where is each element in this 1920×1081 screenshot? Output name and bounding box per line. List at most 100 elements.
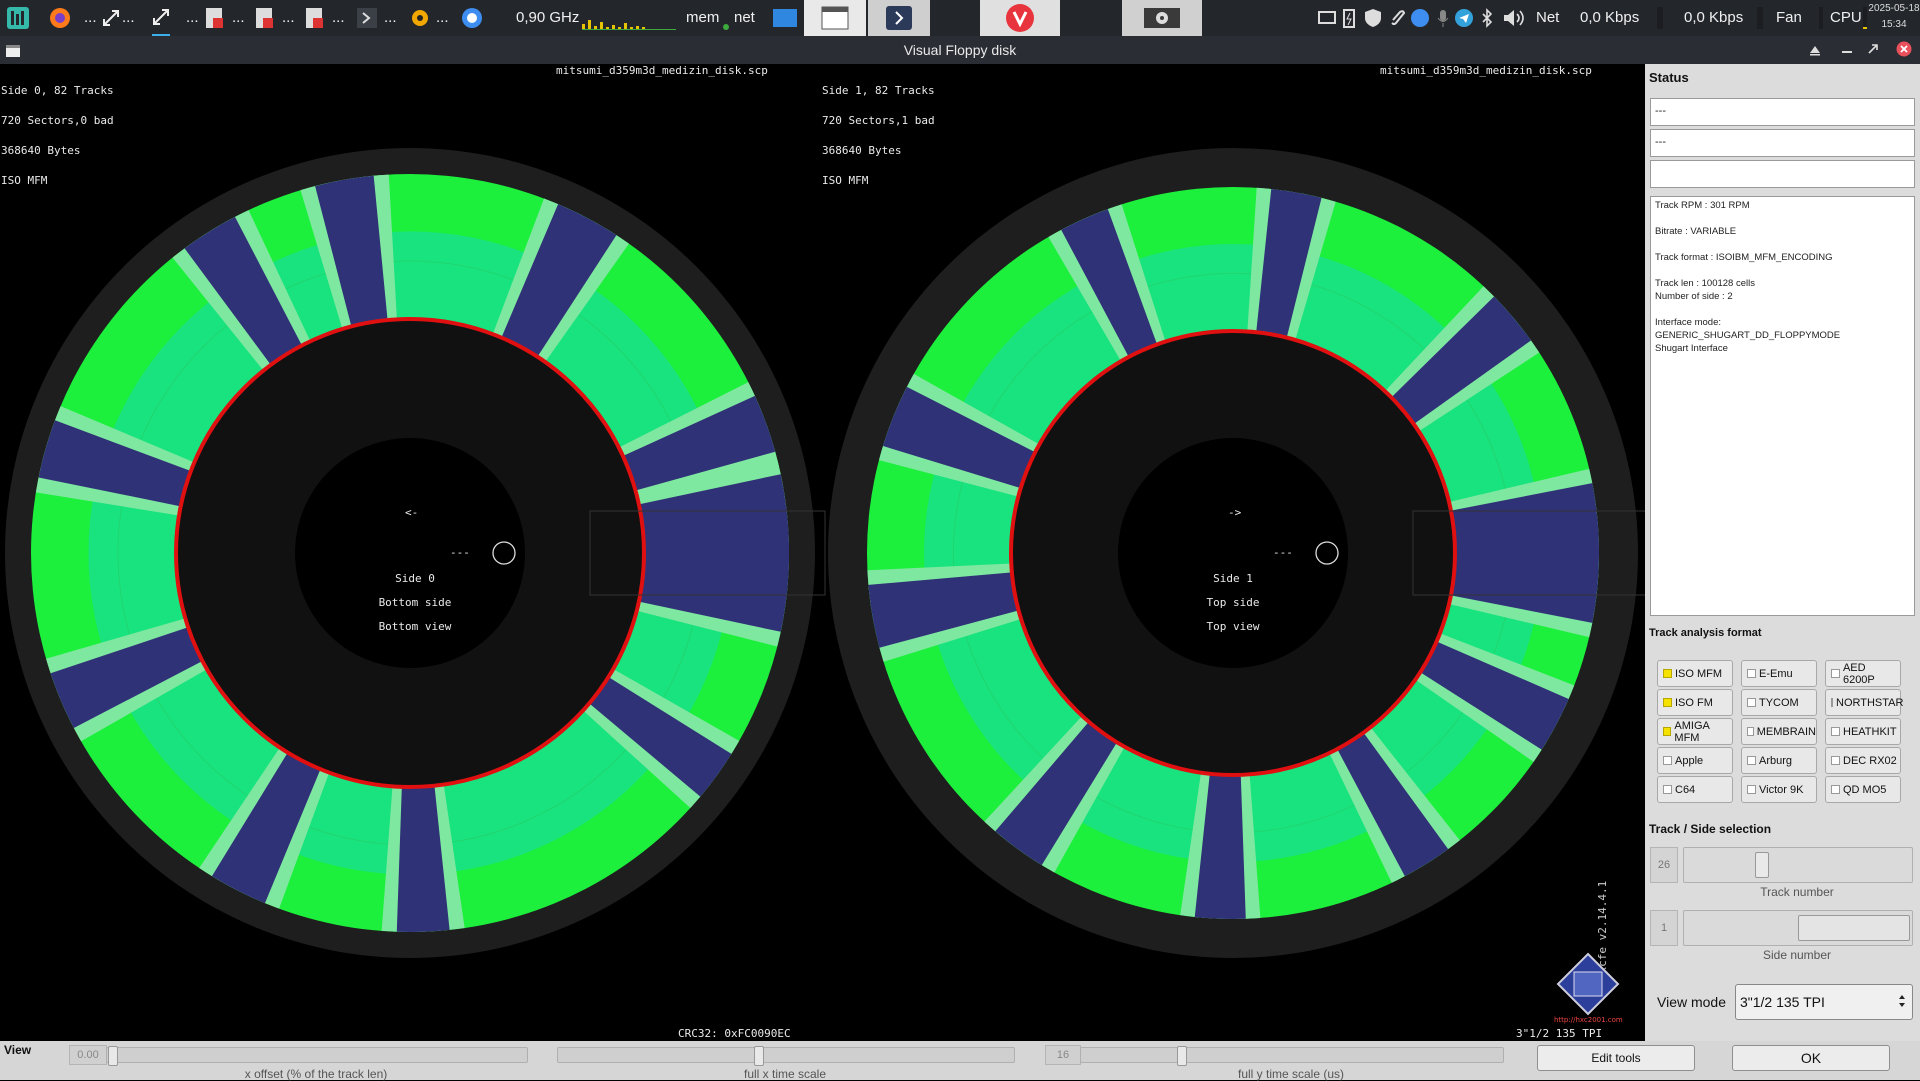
format-option[interactable]: ISO FM — [1657, 689, 1733, 716]
view-mode-value: 3"1/2 135 TPI — [1740, 994, 1825, 1010]
format-option[interactable]: Arburg — [1741, 747, 1817, 774]
window-titlebar[interactable]: Visual Floppy disk — [0, 36, 1920, 64]
format-option[interactable]: E-Emu — [1741, 660, 1817, 687]
telegram-icon[interactable] — [1454, 0, 1474, 36]
y-scale-value[interactable]: 16 — [1045, 1045, 1081, 1065]
format-option[interactable]: ISO MFM — [1657, 660, 1733, 687]
app-icon[interactable] — [460, 0, 484, 36]
expand-icon[interactable] — [102, 0, 120, 36]
document-icon[interactable] — [304, 0, 324, 36]
x-scale-handle[interactable] — [754, 1046, 764, 1066]
net-upload: 0,0 Kbps — [1684, 9, 1744, 26]
checkbox-icon[interactable] — [1747, 785, 1756, 794]
checkbox-icon[interactable] — [1831, 698, 1833, 707]
taskbar-window-button[interactable] — [868, 0, 930, 36]
format-option[interactable]: Apple — [1657, 747, 1733, 774]
status-info-line: Interface mode: — [1655, 317, 1722, 328]
side-slider-handle[interactable] — [1798, 915, 1910, 941]
format-option[interactable]: NORTHSTAR — [1825, 689, 1904, 716]
track-slider-handle[interactable] — [1755, 852, 1769, 878]
format-option-label: Apple — [1675, 754, 1704, 767]
checkbox-icon[interactable] — [1747, 669, 1756, 678]
checkbox-icon[interactable] — [1663, 785, 1672, 794]
bluetooth-icon[interactable] — [1480, 0, 1494, 36]
format-option[interactable]: AMIGA MFM — [1657, 718, 1733, 745]
checkbox-icon[interactable] — [1831, 669, 1840, 678]
checkbox-icon[interactable] — [1747, 727, 1754, 736]
y-scale-slider[interactable] — [1080, 1046, 1504, 1066]
track-number-slider[interactable] — [1683, 847, 1913, 883]
close-icon[interactable] — [1896, 41, 1912, 60]
view-mode-select[interactable]: 3"1/2 135 TPI — [1735, 984, 1913, 1020]
hxc2001-logo — [1556, 952, 1620, 1020]
side1-label-line: Top view — [1206, 620, 1260, 633]
format-option[interactable]: HEATHKIT — [1825, 718, 1901, 745]
checkbox-icon[interactable] — [1663, 698, 1672, 707]
minimize-icon[interactable] — [1840, 42, 1854, 59]
battery-icon[interactable] — [1342, 0, 1356, 36]
cpu-frequency: 0,90 GHz — [516, 9, 580, 26]
mem-graph — [723, 0, 729, 36]
edit-tools-button[interactable]: Edit tools — [1537, 1045, 1695, 1071]
checkbox-icon[interactable] — [1663, 727, 1672, 736]
keep-above-icon[interactable] — [1808, 42, 1822, 59]
taskbar-window-button[interactable] — [980, 0, 1060, 36]
x-offset-slider[interactable] — [106, 1046, 528, 1066]
checkbox-icon[interactable] — [1747, 756, 1756, 765]
format-option-label: C64 — [1675, 783, 1696, 796]
microphone-icon[interactable] — [1436, 0, 1450, 36]
checkbox-icon[interactable] — [1747, 698, 1756, 707]
taskbar-window-button[interactable] — [1122, 0, 1202, 36]
document-icon[interactable] — [204, 0, 224, 36]
document-icon[interactable] — [254, 0, 274, 36]
format-option[interactable]: QD MO5 — [1825, 776, 1901, 803]
clock-date[interactable]: 2025-05-18 — [1868, 3, 1920, 14]
checkbox-icon[interactable] — [1831, 727, 1840, 736]
selection-heading: Track / Side selection — [1649, 822, 1772, 836]
side-number-slider[interactable] — [1683, 910, 1913, 946]
format-option[interactable]: AED 6200P — [1825, 660, 1901, 687]
paperclip-icon[interactable] — [1388, 0, 1406, 36]
track-number-value[interactable]: 26 — [1650, 847, 1678, 883]
sync-icon[interactable] — [1410, 0, 1430, 36]
checkbox-icon[interactable] — [1663, 669, 1672, 678]
status-field-2: --- — [1650, 129, 1915, 157]
ok-button[interactable]: OK — [1732, 1045, 1890, 1071]
clock-time[interactable]: 15:34 — [1868, 19, 1920, 30]
checkbox-icon[interactable] — [1663, 756, 1672, 765]
x-offset-value[interactable]: 0.00 — [69, 1045, 107, 1065]
format-option[interactable]: C64 — [1657, 776, 1733, 803]
disk-canvas[interactable] — [0, 64, 1645, 1041]
disk-app-icon[interactable] — [410, 0, 430, 36]
expand-icon[interactable] — [152, 0, 170, 36]
format-option[interactable]: MEMBRAIN — [1741, 718, 1817, 745]
x-scale-caption: full x time scale — [743, 1067, 827, 1081]
y-scale-handle[interactable] — [1177, 1046, 1187, 1066]
screen-icon[interactable] — [1318, 0, 1336, 36]
format-option[interactable]: Victor 9K — [1741, 776, 1817, 803]
window-switcher-icon[interactable] — [772, 0, 798, 36]
menu-launcher-button[interactable] — [6, 0, 30, 36]
shield-icon[interactable] — [1364, 0, 1382, 36]
logo-url[interactable]: http://hxc2001.com — [1554, 1016, 1623, 1024]
view-label: View — [4, 1043, 32, 1057]
checkbox-icon[interactable] — [1831, 785, 1840, 794]
volume-icon[interactable] — [1502, 0, 1528, 36]
taskbar-window-button[interactable] — [804, 0, 866, 36]
x-scale-slider[interactable] — [557, 1046, 1015, 1066]
firefox-icon[interactable] — [48, 0, 72, 36]
format-option[interactable]: DEC RX02 — [1825, 747, 1901, 774]
disk-view-area[interactable]: Side 0, 82 Tracks 720 Sectors,0 bad 3686… — [0, 64, 1645, 1041]
side0-label: Side 0 Bottom side Bottom view — [340, 559, 490, 647]
side1-dashes: --- — [1273, 546, 1293, 559]
format-option-label: NORTHSTAR — [1836, 696, 1904, 709]
net-text: Net — [1536, 9, 1560, 26]
format-option[interactable]: TYCOM — [1741, 689, 1817, 716]
side0-label-line: Side 0 — [395, 572, 435, 585]
checkbox-icon[interactable] — [1831, 756, 1840, 765]
maximize-icon[interactable] — [1866, 42, 1880, 59]
side-number-value[interactable]: 1 — [1650, 910, 1678, 946]
terminal-icon[interactable] — [356, 0, 378, 36]
format-option-label: Arburg — [1759, 754, 1793, 767]
x-offset-handle[interactable] — [108, 1046, 118, 1066]
